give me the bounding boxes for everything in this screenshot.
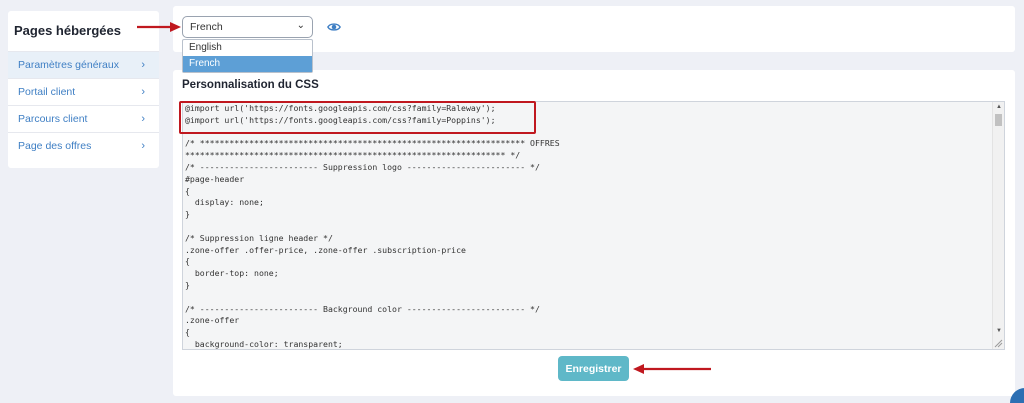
sidebar-item-label: Parcours client — [18, 113, 88, 125]
css-code: @import url('https://fonts.googleapis.co… — [185, 103, 560, 349]
scroll-up-icon[interactable]: ▲ — [996, 104, 1002, 110]
chevron-right-icon: › — [141, 140, 145, 152]
sidebar-item-portail-client[interactable]: Portail client › — [8, 78, 159, 105]
sidebar-title: Pages hébergées — [14, 23, 121, 38]
annotation-arrow-icon — [633, 364, 711, 374]
sidebar-item-parametres-generaux[interactable]: Paramètres généraux › — [8, 51, 159, 78]
resize-grip-icon[interactable] — [994, 339, 1003, 348]
language-select-value: French — [190, 21, 223, 33]
sidebar-item-label: Paramètres généraux — [18, 59, 119, 71]
language-select[interactable]: French ⌄ — [182, 16, 313, 38]
language-option-french[interactable]: French — [183, 56, 312, 72]
chevron-down-icon: ⌄ — [296, 20, 305, 31]
sidebar: Pages hébergées Paramètres généraux › Po… — [8, 11, 159, 168]
sidebar-item-label: Page des offres — [18, 140, 92, 152]
scroll-thumb[interactable] — [995, 114, 1002, 126]
sidebar-items: Paramètres généraux › Portail client › P… — [8, 51, 159, 159]
chevron-right-icon: › — [141, 113, 145, 125]
editor-scrollbar[interactable]: ▲ ▼ — [992, 102, 1004, 349]
eye-icon[interactable] — [327, 20, 341, 34]
sidebar-item-label: Portail client — [18, 86, 76, 98]
sidebar-item-parcours-client[interactable]: Parcours client › — [8, 105, 159, 132]
sidebar-item-page-des-offres[interactable]: Page des offres › — [8, 132, 159, 159]
save-button[interactable]: Enregistrer — [558, 356, 629, 381]
chevron-right-icon: › — [141, 59, 145, 71]
annotation-arrow-icon — [137, 22, 181, 32]
scroll-down-icon[interactable]: ▼ — [996, 328, 1002, 334]
language-option-english[interactable]: English — [183, 40, 312, 56]
chevron-right-icon: › — [141, 86, 145, 98]
section-title: Personnalisation du CSS — [182, 79, 319, 91]
language-dropdown: English French — [182, 39, 313, 73]
css-editor[interactable]: @import url('https://fonts.googleapis.co… — [182, 101, 1005, 350]
